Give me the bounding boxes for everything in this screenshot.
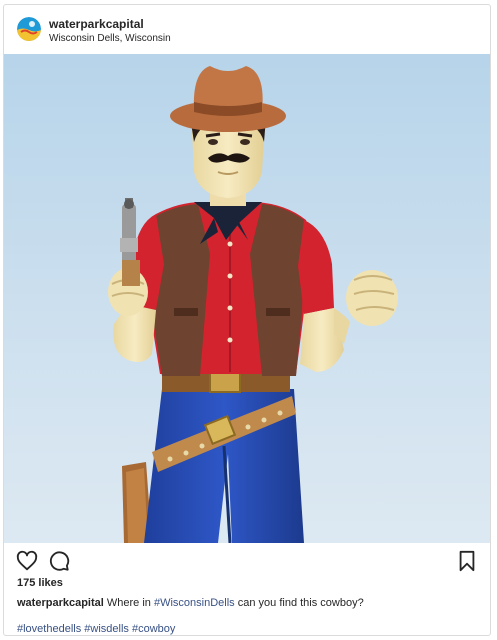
bookmark-outline-icon [459, 550, 475, 572]
heart-outline-icon [16, 550, 38, 571]
post-location[interactable]: Wisconsin Dells, Wisconsin [49, 33, 171, 44]
cowboy-statue-image [4, 54, 490, 543]
comment-button[interactable] [48, 550, 70, 572]
caption-text-before: Where in [106, 597, 151, 609]
hashtag-link[interactable]: #cowboy [132, 623, 175, 635]
caption-text-after: can you find this cowboy? [237, 597, 364, 609]
post-photo[interactable] [4, 54, 490, 543]
post-username[interactable]: waterparkcapital [49, 17, 144, 31]
caption-username[interactable]: waterparkcapital [17, 597, 104, 609]
hashtag-link[interactable]: #wisdells [84, 623, 129, 635]
post-actions [4, 543, 490, 577]
post-header: waterparkcapital Wisconsin Dells, Wiscon… [4, 5, 490, 53]
likes-count[interactable]: 175 likes [17, 577, 63, 589]
save-button[interactable] [456, 550, 478, 572]
hashtag-link[interactable]: #lovethedells [17, 623, 81, 635]
hashtag-list: #lovethedells #wisdells #cowboy [17, 623, 175, 635]
avatar[interactable] [17, 17, 41, 41]
waterpark-logo-icon [17, 17, 41, 41]
post-caption: waterparkcapital Where in #WisconsinDell… [17, 597, 364, 609]
instagram-post: waterparkcapital Wisconsin Dells, Wiscon… [3, 4, 491, 636]
caption-hashtag-link[interactable]: #WisconsinDells [154, 597, 235, 609]
like-button[interactable] [16, 550, 38, 572]
speech-bubble-icon [49, 551, 70, 571]
